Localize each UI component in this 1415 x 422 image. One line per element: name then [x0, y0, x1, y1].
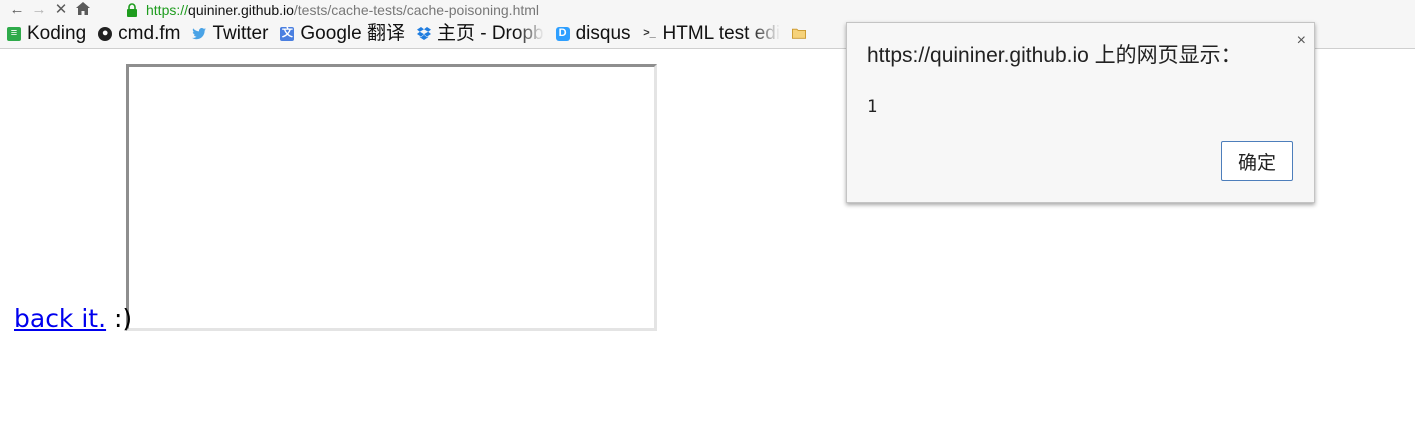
bookmark-label: Koding	[27, 22, 87, 44]
url-host: quininer.github.io	[188, 1, 294, 18]
bookmark-label: 主页 - Dropb	[436, 22, 544, 44]
stop-button[interactable]: ✕	[50, 0, 72, 19]
bookmark-label: Twitter	[212, 22, 269, 44]
bookmark-dropbox[interactable]: 主页 - Dropb	[416, 19, 544, 48]
bookmark-cmdfm[interactable]: ● cmd.fm	[98, 19, 181, 48]
url-path: /tests/cache-tests/cache-poisoning.html	[293, 1, 540, 18]
home-icon	[76, 1, 90, 18]
smiley-text: :)	[106, 304, 133, 333]
cmdfm-icon: ●	[98, 26, 113, 41]
bookmark-label: Google 翻译	[300, 22, 405, 44]
bookmark-label: HTML test edi	[662, 22, 781, 44]
url-scheme: https://	[146, 1, 189, 18]
terminal-icon: >_	[643, 27, 656, 39]
bookmark-label: disqus	[575, 22, 631, 44]
twitter-icon	[192, 27, 207, 41]
forward-button[interactable]: →	[28, 0, 50, 19]
back-button[interactable]: ←	[6, 0, 28, 19]
embedded-iframe[interactable]	[126, 64, 657, 331]
google-translate-icon: 文	[280, 26, 295, 41]
bookmark-twitter[interactable]: Twitter	[192, 19, 269, 48]
lock-icon	[126, 2, 138, 17]
back-link[interactable]: back it.	[14, 304, 106, 333]
ok-button[interactable]: 确定	[1221, 141, 1293, 181]
address-bar[interactable]: https://quininer.github.io/tests/cache-t…	[126, 0, 539, 19]
dropbox-icon	[416, 27, 431, 41]
bookmark-label: cmd.fm	[118, 22, 181, 44]
page-text-line: back it. :)	[14, 304, 132, 333]
koding-icon: ≡	[7, 26, 21, 41]
bookmark-koding[interactable]: ≡ Koding	[7, 19, 87, 48]
dialog-title: https://quininer.github.io 上的网页显示：	[867, 44, 1242, 67]
browser-toolbar: ← → ✕ https://quininer.github.io/tests/c…	[0, 0, 1415, 19]
folder-icon	[792, 27, 807, 41]
bookmark-disqus[interactable]: D disqus	[555, 19, 631, 48]
home-button[interactable]	[72, 0, 94, 19]
close-icon[interactable]: ×	[1297, 33, 1306, 49]
disqus-icon: D	[555, 26, 570, 41]
close-icon: ✕	[54, 1, 68, 18]
dialog-message: 1	[867, 97, 878, 117]
arrow-right-icon: →	[31, 1, 47, 18]
bookmark-html-test-editor[interactable]: >_ HTML test edi	[643, 19, 781, 48]
bookmark-folder[interactable]	[792, 19, 812, 48]
alert-dialog: https://quininer.github.io 上的网页显示： × 1 确…	[846, 22, 1315, 203]
bookmark-google-translate[interactable]: 文 Google 翻译	[280, 19, 405, 48]
arrow-left-icon: ←	[9, 1, 25, 18]
